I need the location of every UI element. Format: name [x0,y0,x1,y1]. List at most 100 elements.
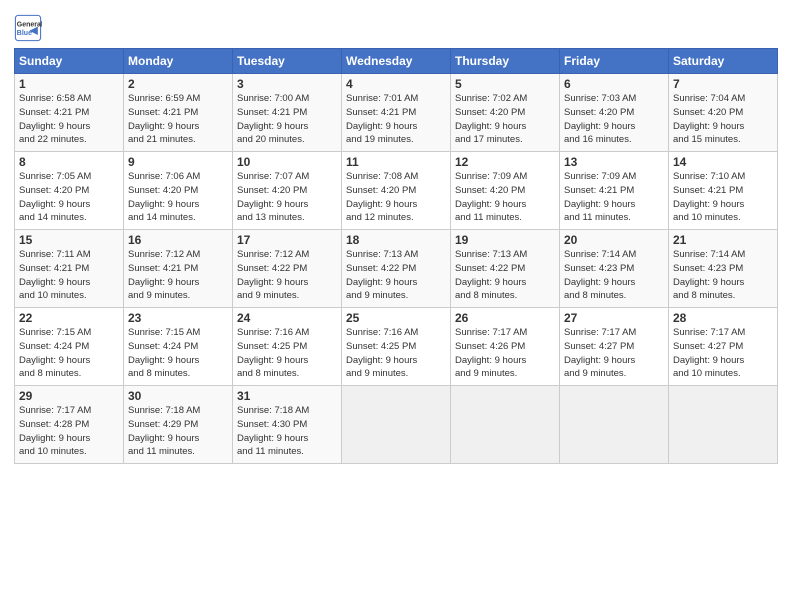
calendar-week-row: 8Sunrise: 7:05 AM Sunset: 4:20 PM Daylig… [15,152,778,230]
day-info: Sunrise: 7:01 AM Sunset: 4:21 PM Dayligh… [346,92,446,147]
calendar-cell: 7Sunrise: 7:04 AM Sunset: 4:20 PM Daylig… [669,74,778,152]
calendar-cell [342,386,451,464]
day-info: Sunrise: 7:17 AM Sunset: 4:28 PM Dayligh… [19,404,119,459]
day-info: Sunrise: 7:06 AM Sunset: 4:20 PM Dayligh… [128,170,228,225]
calendar-cell: 20Sunrise: 7:14 AM Sunset: 4:23 PM Dayli… [560,230,669,308]
calendar-cell [560,386,669,464]
day-info: Sunrise: 7:13 AM Sunset: 4:22 PM Dayligh… [346,248,446,303]
day-info: Sunrise: 7:18 AM Sunset: 4:30 PM Dayligh… [237,404,337,459]
day-number: 15 [19,233,119,247]
day-number: 26 [455,311,555,325]
day-info: Sunrise: 7:15 AM Sunset: 4:24 PM Dayligh… [128,326,228,381]
day-of-week-header: Monday [124,49,233,74]
calendar-cell: 15Sunrise: 7:11 AM Sunset: 4:21 PM Dayli… [15,230,124,308]
day-info: Sunrise: 7:12 AM Sunset: 4:22 PM Dayligh… [237,248,337,303]
day-number: 24 [237,311,337,325]
day-number: 8 [19,155,119,169]
calendar-cell: 11Sunrise: 7:08 AM Sunset: 4:20 PM Dayli… [342,152,451,230]
day-of-week-header: Thursday [451,49,560,74]
day-number: 16 [128,233,228,247]
svg-text:General: General [17,22,42,29]
day-number: 14 [673,155,773,169]
day-of-week-header: Sunday [15,49,124,74]
calendar-cell: 28Sunrise: 7:17 AM Sunset: 4:27 PM Dayli… [669,308,778,386]
calendar-cell: 18Sunrise: 7:13 AM Sunset: 4:22 PM Dayli… [342,230,451,308]
calendar-cell: 8Sunrise: 7:05 AM Sunset: 4:20 PM Daylig… [15,152,124,230]
day-info: Sunrise: 7:13 AM Sunset: 4:22 PM Dayligh… [455,248,555,303]
day-info: Sunrise: 7:02 AM Sunset: 4:20 PM Dayligh… [455,92,555,147]
day-info: Sunrise: 7:09 AM Sunset: 4:21 PM Dayligh… [564,170,664,225]
day-info: Sunrise: 7:00 AM Sunset: 4:21 PM Dayligh… [237,92,337,147]
day-info: Sunrise: 7:11 AM Sunset: 4:21 PM Dayligh… [19,248,119,303]
calendar-cell: 2Sunrise: 6:59 AM Sunset: 4:21 PM Daylig… [124,74,233,152]
day-info: Sunrise: 7:18 AM Sunset: 4:29 PM Dayligh… [128,404,228,459]
day-number: 7 [673,77,773,91]
calendar-cell: 16Sunrise: 7:12 AM Sunset: 4:21 PM Dayli… [124,230,233,308]
calendar-table: SundayMondayTuesdayWednesdayThursdayFrid… [14,48,778,464]
day-number: 17 [237,233,337,247]
day-number: 18 [346,233,446,247]
day-info: Sunrise: 7:08 AM Sunset: 4:20 PM Dayligh… [346,170,446,225]
day-number: 30 [128,389,228,403]
day-of-week-header: Tuesday [233,49,342,74]
day-number: 2 [128,77,228,91]
day-info: Sunrise: 7:16 AM Sunset: 4:25 PM Dayligh… [237,326,337,381]
day-of-week-header: Friday [560,49,669,74]
calendar-cell: 6Sunrise: 7:03 AM Sunset: 4:20 PM Daylig… [560,74,669,152]
day-of-week-header: Wednesday [342,49,451,74]
calendar-cell: 1Sunrise: 6:58 AM Sunset: 4:21 PM Daylig… [15,74,124,152]
day-number: 21 [673,233,773,247]
calendar-week-row: 1Sunrise: 6:58 AM Sunset: 4:21 PM Daylig… [15,74,778,152]
day-number: 13 [564,155,664,169]
day-number: 25 [346,311,446,325]
day-number: 10 [237,155,337,169]
day-number: 1 [19,77,119,91]
day-number: 31 [237,389,337,403]
calendar-week-row: 22Sunrise: 7:15 AM Sunset: 4:24 PM Dayli… [15,308,778,386]
day-info: Sunrise: 6:59 AM Sunset: 4:21 PM Dayligh… [128,92,228,147]
day-number: 3 [237,77,337,91]
calendar-cell: 24Sunrise: 7:16 AM Sunset: 4:25 PM Dayli… [233,308,342,386]
calendar-cell: 4Sunrise: 7:01 AM Sunset: 4:21 PM Daylig… [342,74,451,152]
calendar-header-row: SundayMondayTuesdayWednesdayThursdayFrid… [15,49,778,74]
calendar-cell: 27Sunrise: 7:17 AM Sunset: 4:27 PM Dayli… [560,308,669,386]
day-number: 11 [346,155,446,169]
day-number: 20 [564,233,664,247]
day-info: Sunrise: 7:17 AM Sunset: 4:27 PM Dayligh… [564,326,664,381]
day-number: 6 [564,77,664,91]
calendar-cell [669,386,778,464]
calendar-cell: 13Sunrise: 7:09 AM Sunset: 4:21 PM Dayli… [560,152,669,230]
calendar-cell: 30Sunrise: 7:18 AM Sunset: 4:29 PM Dayli… [124,386,233,464]
day-number: 23 [128,311,228,325]
day-info: Sunrise: 7:17 AM Sunset: 4:27 PM Dayligh… [673,326,773,381]
calendar-cell: 12Sunrise: 7:09 AM Sunset: 4:20 PM Dayli… [451,152,560,230]
day-of-week-header: Saturday [669,49,778,74]
day-number: 19 [455,233,555,247]
logo-icon: General Blue [14,14,42,42]
calendar-cell: 5Sunrise: 7:02 AM Sunset: 4:20 PM Daylig… [451,74,560,152]
calendar-cell: 25Sunrise: 7:16 AM Sunset: 4:25 PM Dayli… [342,308,451,386]
calendar-cell: 10Sunrise: 7:07 AM Sunset: 4:20 PM Dayli… [233,152,342,230]
calendar-cell: 14Sunrise: 7:10 AM Sunset: 4:21 PM Dayli… [669,152,778,230]
day-info: Sunrise: 7:15 AM Sunset: 4:24 PM Dayligh… [19,326,119,381]
calendar-week-row: 15Sunrise: 7:11 AM Sunset: 4:21 PM Dayli… [15,230,778,308]
calendar-cell: 22Sunrise: 7:15 AM Sunset: 4:24 PM Dayli… [15,308,124,386]
day-info: Sunrise: 7:16 AM Sunset: 4:25 PM Dayligh… [346,326,446,381]
day-info: Sunrise: 7:07 AM Sunset: 4:20 PM Dayligh… [237,170,337,225]
svg-text:Blue: Blue [17,30,32,37]
day-number: 22 [19,311,119,325]
day-number: 12 [455,155,555,169]
day-number: 9 [128,155,228,169]
calendar-cell: 3Sunrise: 7:00 AM Sunset: 4:21 PM Daylig… [233,74,342,152]
header: General Blue [14,10,778,42]
day-info: Sunrise: 6:58 AM Sunset: 4:21 PM Dayligh… [19,92,119,147]
day-info: Sunrise: 7:05 AM Sunset: 4:20 PM Dayligh… [19,170,119,225]
day-info: Sunrise: 7:04 AM Sunset: 4:20 PM Dayligh… [673,92,773,147]
calendar-week-row: 29Sunrise: 7:17 AM Sunset: 4:28 PM Dayli… [15,386,778,464]
day-info: Sunrise: 7:12 AM Sunset: 4:21 PM Dayligh… [128,248,228,303]
page-container: General Blue SundayMondayTuesdayWednesda… [0,0,792,470]
day-info: Sunrise: 7:03 AM Sunset: 4:20 PM Dayligh… [564,92,664,147]
day-info: Sunrise: 7:17 AM Sunset: 4:26 PM Dayligh… [455,326,555,381]
calendar-cell: 17Sunrise: 7:12 AM Sunset: 4:22 PM Dayli… [233,230,342,308]
day-info: Sunrise: 7:14 AM Sunset: 4:23 PM Dayligh… [564,248,664,303]
